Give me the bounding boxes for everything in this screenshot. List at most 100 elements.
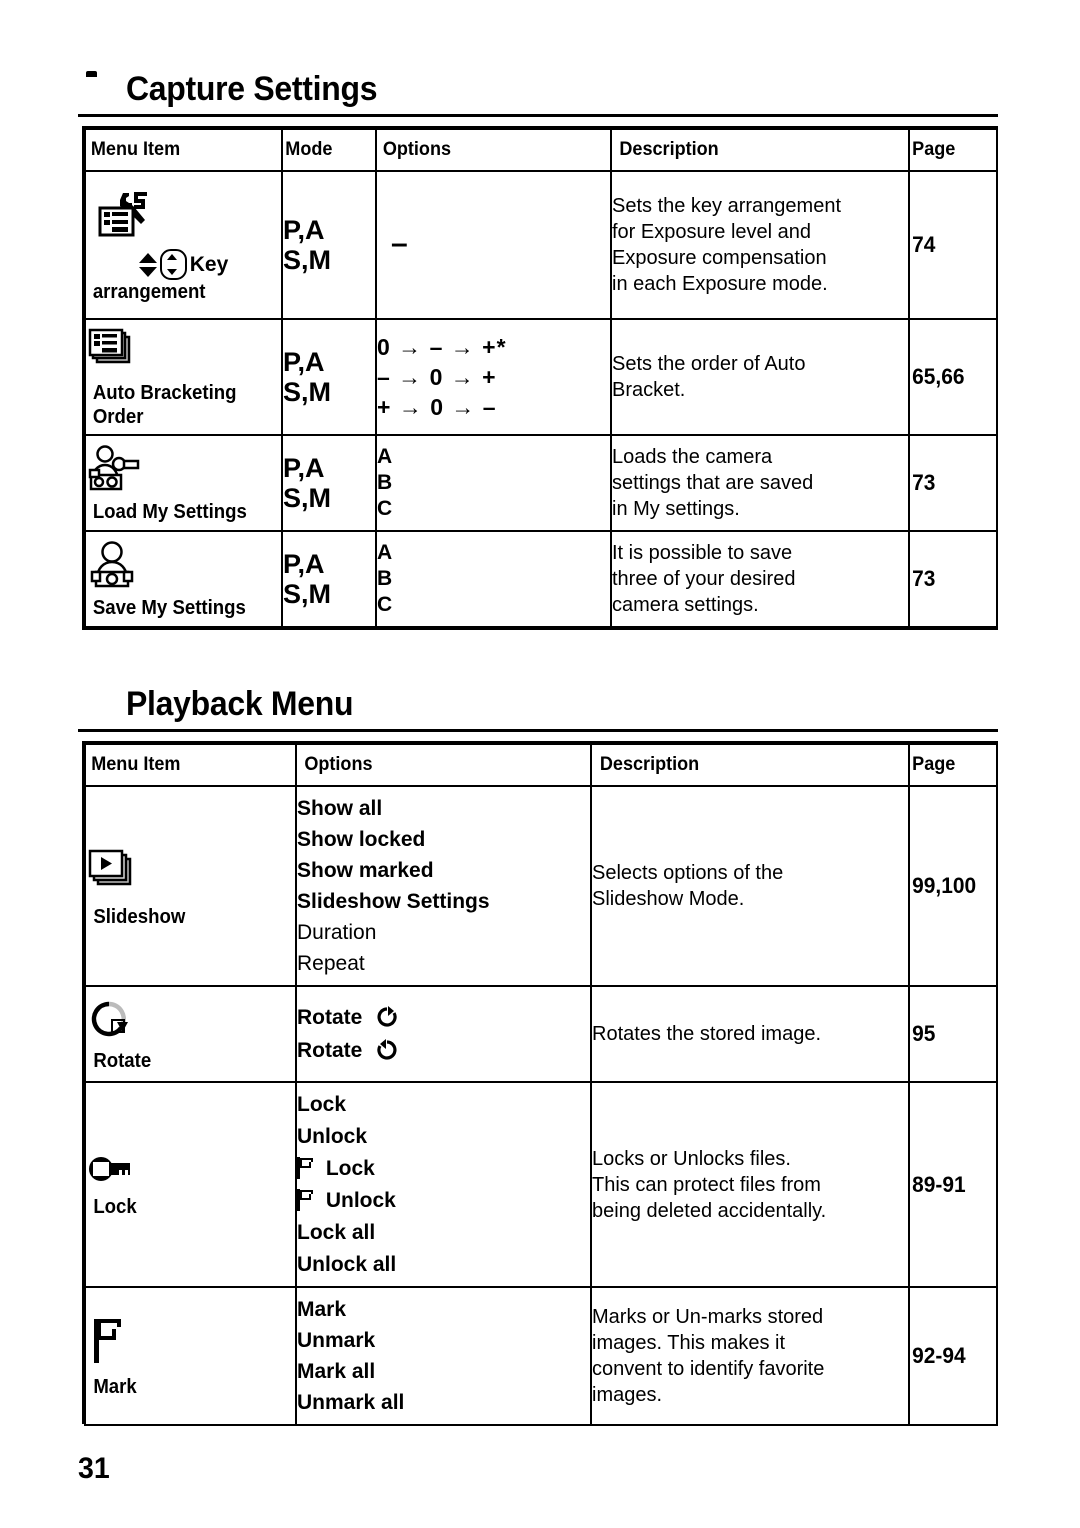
- option-dash: –: [391, 226, 408, 260]
- description-cell: Rotates the stored image.: [590, 985, 910, 1083]
- option-label: Rotate: [297, 1039, 363, 1062]
- table-header-row: Menu Item Options Description Page: [85, 743, 997, 787]
- option-line: Unlock all: [297, 1252, 397, 1276]
- camera-icon: [78, 70, 112, 104]
- page-reference: 65,66: [910, 318, 996, 436]
- table-row: Save My Settings P,A S,M A B C It is pos…: [84, 530, 997, 628]
- menu-item-load-my-settings: Load My Settings: [84, 434, 283, 532]
- option-line: Unmark: [297, 1329, 376, 1352]
- page-reference: 89-91: [910, 1081, 996, 1288]
- menu-item-slideshow: Slideshow: [84, 785, 297, 987]
- mode-cell: P,A S,M: [281, 434, 377, 532]
- description-line: Selects options of the: [592, 862, 784, 884]
- option-line: Slideshow Settings: [297, 890, 490, 913]
- menu-item-label: Rotate: [93, 1049, 152, 1072]
- mode-line-1: P,A: [283, 549, 325, 579]
- mode-line-1: P,A: [283, 215, 325, 245]
- mode-cell: P,A S,M: [281, 170, 377, 320]
- page-reference: 73: [910, 434, 996, 532]
- options-cell: 0 → – → +* – → 0 → + + → 0 → –: [375, 318, 612, 436]
- option-line: B: [377, 471, 393, 494]
- menu-item-label: Auto Bracketing: [92, 381, 237, 404]
- description-line: Rotates the stored image.: [592, 1023, 822, 1045]
- description-line: Loads the camera: [612, 446, 773, 468]
- page-reference: 99,100: [910, 785, 996, 987]
- key-arrangement-icon: [86, 190, 281, 247]
- option-line: Show locked: [297, 828, 426, 851]
- menu-item-label-2: arrangement: [92, 281, 206, 303]
- mode-line-1: P,A: [283, 453, 325, 483]
- description-line: Sets the key arrangement: [612, 195, 842, 217]
- column-header-page: Page: [910, 128, 996, 172]
- description-line: images.: [592, 1384, 663, 1406]
- option-line: A: [377, 445, 393, 468]
- description-cell: Sets the order of Auto Bracket.: [610, 318, 910, 436]
- options-cell: Lock Unlock Lock Unlock Lock all Unlock …: [295, 1081, 592, 1288]
- mode-line-1: P,A: [283, 347, 325, 377]
- description-line: Sets the order of Auto: [612, 353, 806, 375]
- load-my-settings-icon: [86, 444, 281, 498]
- table-row: Slideshow Show all Show locked Show mark…: [84, 785, 997, 987]
- playback-menu-heading: Playback Menu: [78, 685, 998, 723]
- option-label: Lock: [325, 1156, 375, 1180]
- column-header-menu-item: Menu Item: [89, 743, 292, 787]
- option-line: Lock all: [297, 1220, 376, 1244]
- description-line: Slideshow Mode.: [592, 888, 745, 910]
- menu-item-save-my-settings: Save My Settings: [84, 530, 283, 628]
- option-line: Repeat: [297, 952, 365, 975]
- page-reference: 92-94: [910, 1286, 996, 1426]
- rotate-cw-icon: [375, 1005, 399, 1029]
- menu-item-label-2: Order: [92, 405, 144, 428]
- mode-line-2: S,M: [283, 377, 332, 407]
- page-reference: 95: [910, 985, 996, 1083]
- description-cell: Marks or Un-marks stored images. This ma…: [590, 1286, 910, 1426]
- section-title: Playback Menu: [126, 685, 354, 723]
- option-line-rotate-ccw: Rotate: [297, 1034, 590, 1067]
- description-line: settings that are saved: [612, 472, 814, 494]
- menu-item-key-arrangement: Key arrangement: [84, 170, 283, 320]
- description-line: convent to identify favorite: [592, 1358, 825, 1380]
- up-down-arrow-icon: [138, 252, 157, 278]
- option-line: Unmark all: [297, 1391, 405, 1414]
- column-header-options: Options: [380, 128, 607, 172]
- menu-item-label: Load My Settings: [92, 500, 247, 523]
- column-header-description: Description: [598, 743, 903, 787]
- column-header-menu-item: Menu Item: [88, 128, 279, 172]
- lock-key-icon: [86, 1152, 295, 1191]
- mode-cell: P,A S,M: [281, 318, 377, 436]
- description-cell: It is possible to save three of your des…: [610, 530, 910, 628]
- table-row: Rotate Rotate Rotate Rotates the stored …: [84, 985, 997, 1083]
- option-line: Show marked: [297, 859, 434, 882]
- option-line: Mark: [297, 1298, 347, 1321]
- table-row: Auto Bracketing Order P,A S,M 0 → – → +*…: [84, 318, 997, 436]
- mode-line-2: S,M: [283, 483, 332, 513]
- option-line: C: [377, 593, 393, 616]
- playback-menu-table: Menu Item Options Description Page Slide…: [84, 743, 998, 1426]
- options-cell: A B C: [375, 434, 612, 532]
- options-cell: Show all Show locked Show marked Slidesh…: [295, 785, 592, 987]
- menu-item-rotate: Rotate: [84, 985, 297, 1083]
- description-line: Exposure compensation: [612, 247, 827, 269]
- key-arrangement-glyph: [98, 192, 147, 237]
- description-line: three of your desired: [612, 568, 796, 590]
- menu-item-label: Key: [189, 253, 229, 276]
- lock-key-glyph: [89, 1157, 130, 1181]
- key-arrangement-controls: Key: [86, 249, 281, 280]
- rotate-icon: [86, 998, 295, 1047]
- menu-item-auto-bracketing-order: Auto Bracketing Order: [84, 318, 283, 436]
- page-number: 31: [78, 1452, 110, 1485]
- menu-item-label: Slideshow: [93, 905, 186, 928]
- load-my-settings-glyph: [88, 444, 140, 490]
- page-reference: 73: [910, 530, 996, 628]
- option-line-rotate-cw: Rotate: [297, 1001, 590, 1034]
- column-header-description: Description: [617, 128, 903, 172]
- description-cell: Locks or Unlocks files. This can protect…: [590, 1081, 910, 1288]
- menu-item-label: Mark: [93, 1375, 137, 1398]
- description-cell: Selects options of the Slideshow Mode.: [590, 785, 910, 987]
- mode-line-2: S,M: [283, 245, 332, 275]
- save-my-settings-glyph: [90, 540, 134, 587]
- options-cell: Mark Unmark Mark all Unmark all: [295, 1286, 592, 1426]
- options-cell: A B C: [375, 530, 612, 628]
- slideshow-glyph: [88, 849, 132, 885]
- option-line: – → 0 → +: [377, 364, 497, 390]
